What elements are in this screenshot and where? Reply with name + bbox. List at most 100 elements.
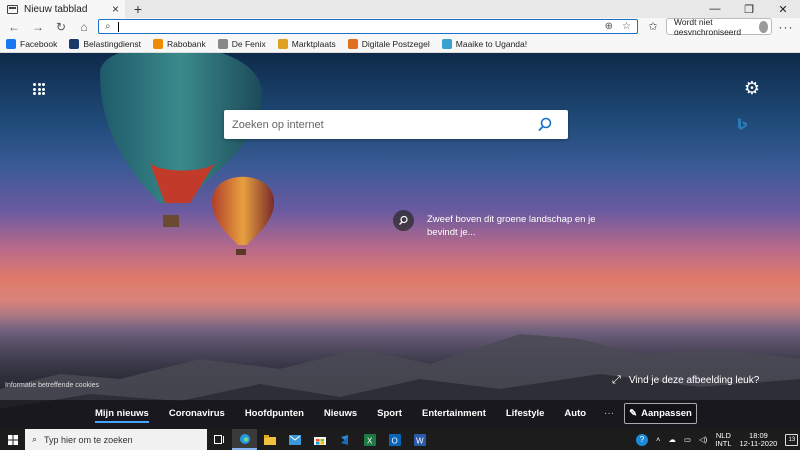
uganda-icon: [441, 38, 452, 49]
bookmark-item[interactable]: De Fenix: [217, 38, 266, 49]
pencil-icon: ✎: [629, 408, 638, 419]
address-bar[interactable]: ⌕ ⊕ ☆: [98, 19, 638, 34]
marktplaats-icon: [277, 38, 288, 49]
favorites-button[interactable]: ✩: [645, 18, 661, 35]
bookmark-label: Belastingdienst: [83, 38, 141, 49]
image-info-icon[interactable]: [393, 210, 414, 231]
news-bar: Mijn nieuws Coronavirus Hoofdpunten Nieuws S…: [0, 400, 800, 429]
task-view-icon[interactable]: [207, 429, 232, 450]
expand-icon: ⤢: [612, 374, 621, 386]
bookmark-item[interactable]: Belastingdienst: [69, 38, 141, 49]
tab-new-tab[interactable]: Nieuw tabblad ×: [0, 0, 125, 18]
svg-text:W: W: [416, 436, 424, 445]
back-button[interactable]: ←: [6, 18, 22, 35]
mail-app-icon[interactable]: [282, 429, 307, 450]
bookmark-label: De Fenix: [231, 38, 266, 49]
word-icon[interactable]: W: [407, 429, 432, 450]
like-image-link[interactable]: ⤢ Vind je deze afbeelding leuk?: [612, 374, 759, 387]
zoom-icon[interactable]: ⊕: [605, 21, 613, 32]
news-tab[interactable]: Sport: [377, 408, 402, 423]
apps-grid-icon[interactable]: [33, 83, 45, 95]
cloud-icon[interactable]: ☁: [668, 435, 676, 444]
search-submit-icon[interactable]: [537, 116, 553, 132]
favorite-star-icon[interactable]: ☆: [622, 21, 631, 32]
title-bar: Nieuw tabblad × + — ❐ ✕: [0, 0, 800, 18]
taskbar-search[interactable]: ⌕ Typ hier om te zoeken: [25, 429, 207, 450]
bookmark-label: Maaike to Uganda!: [455, 38, 528, 49]
edge-icon[interactable]: [232, 429, 257, 450]
belastingdienst-icon: [69, 38, 80, 49]
lang-bottom: INTL: [715, 438, 732, 448]
customize-button[interactable]: ✎ Aanpassen: [624, 403, 697, 424]
store-icon[interactable]: [307, 429, 332, 450]
news-tab[interactable]: Mijn nieuws: [95, 408, 149, 423]
gear-icon[interactable]: ⚙: [743, 79, 761, 97]
taskbar-apps: X O W: [207, 429, 432, 450]
bing-icon[interactable]: [736, 117, 748, 132]
excel-icon[interactable]: X: [357, 429, 382, 450]
minimize-button[interactable]: —: [698, 0, 732, 18]
web-search-box[interactable]: Zoeken op internet: [224, 110, 747, 139]
text-caret: [117, 21, 119, 32]
image-caption[interactable]: Zweef boven dit groene landschap en je b…: [427, 213, 607, 239]
customize-label: Aanpassen: [641, 408, 692, 419]
bookmark-item[interactable]: Maaike to Uganda!: [441, 38, 528, 49]
clock[interactable]: 18:09 12-11-2020: [739, 431, 778, 448]
sync-profile-button[interactable]: Wordt niet gesynchroniseerd: [666, 16, 772, 37]
home-button[interactable]: ⌂: [76, 18, 92, 35]
clock-date: 12-11-2020: [739, 438, 778, 448]
facebook-icon: [6, 38, 16, 49]
search-icon: ⌕: [32, 434, 38, 444]
bookmark-item[interactable]: Rabobank: [153, 38, 206, 49]
rabobank-icon: [153, 38, 163, 49]
visual-studio-code-icon[interactable]: [332, 429, 357, 450]
system-tray: ? ˄ ☁ ▭ ◁) NLD INTL 18:09 12-11-2020 13: [636, 429, 799, 450]
close-window-button[interactable]: ✕: [766, 0, 800, 18]
help-icon[interactable]: ?: [636, 433, 648, 446]
bookmark-item[interactable]: Digitale Postzegel: [347, 38, 430, 49]
bookmark-label: Digitale Postzegel: [361, 38, 430, 49]
chevron-up-icon[interactable]: ˄: [656, 435, 660, 444]
window-controls: — ❐ ✕: [698, 0, 800, 18]
restore-button[interactable]: ❐: [732, 0, 766, 18]
postzegel-icon: [347, 38, 358, 49]
news-more-button[interactable]: ···: [604, 408, 614, 423]
news-tab[interactable]: Nieuws: [324, 408, 357, 423]
windows-start-icon[interactable]: [0, 429, 26, 450]
news-tab[interactable]: Lifestyle: [506, 408, 545, 423]
new-tab-button[interactable]: +: [130, 0, 146, 18]
input-language[interactable]: NLD INTL: [715, 431, 732, 448]
bookmark-label: Rabobank: [167, 38, 206, 49]
avatar: [758, 20, 768, 33]
bookmark-label: Marktplaats: [291, 38, 336, 49]
bookmark-label: Facebook: [20, 38, 58, 49]
search-input[interactable]: Zoeken op internet: [232, 119, 324, 131]
bookmark-item[interactable]: Marktplaats: [277, 38, 336, 49]
bookmarks-bar: Facebook Belastingdienst Rabobank De Fenix M…: [0, 35, 800, 53]
tab-title: Nieuw tabblad: [24, 3, 88, 15]
settings-more-button[interactable]: ···: [778, 18, 794, 35]
notification-center-icon[interactable]: 13: [785, 433, 799, 446]
newtab-page-icon: [7, 4, 18, 14]
news-tabs: Mijn nieuws Coronavirus Hoofdpunten Nieuws S…: [95, 408, 614, 423]
search-icon: ⌕: [105, 21, 111, 32]
svg-text:X: X: [367, 436, 373, 445]
taskbar-search-input[interactable]: Typ hier om te zoeken: [44, 435, 133, 445]
forward-button[interactable]: →: [30, 18, 46, 35]
news-tab[interactable]: Entertainment: [422, 408, 486, 423]
windows-taskbar: ⌕ Typ hier om te zoeken X O W ? ˄ ☁ ▭ ◁)…: [0, 429, 800, 450]
fenix-icon: [217, 38, 228, 49]
refresh-button[interactable]: ↻: [53, 18, 69, 35]
cookies-info-link[interactable]: Informatie betreffende cookies: [5, 382, 99, 389]
bookmark-item[interactable]: Facebook: [6, 38, 58, 49]
sync-label: Wordt niet gesynchroniseerd: [674, 16, 742, 37]
svg-text:O: O: [391, 436, 397, 445]
file-explorer-icon[interactable]: [257, 429, 282, 450]
volume-icon[interactable]: ◁): [699, 435, 707, 444]
outlook-icon[interactable]: O: [382, 429, 407, 450]
tab-close-icon[interactable]: ×: [112, 2, 119, 16]
news-tab[interactable]: Coronavirus: [169, 408, 225, 423]
news-tab[interactable]: Auto: [564, 408, 586, 423]
network-icon[interactable]: ▭: [684, 435, 691, 444]
news-tab[interactable]: Hoofdpunten: [245, 408, 304, 423]
